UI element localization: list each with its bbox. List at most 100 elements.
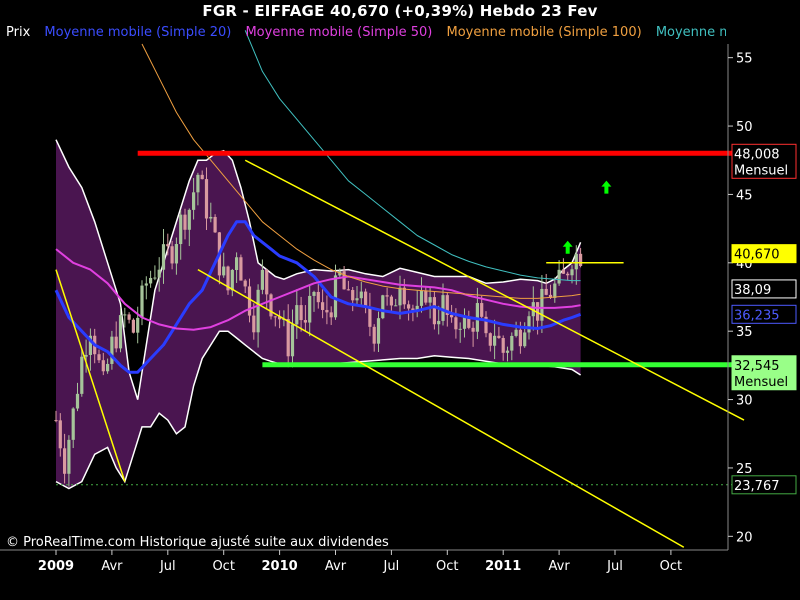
candle-body xyxy=(157,269,161,278)
candle-body xyxy=(269,294,273,317)
candle-body xyxy=(101,360,105,372)
candle-body xyxy=(110,336,114,364)
candle-body xyxy=(376,318,381,344)
candle-body xyxy=(290,324,295,357)
candle-body xyxy=(196,174,200,193)
copyright-text: © ProRealTime.com Historique ajusté suit… xyxy=(6,535,389,550)
price-label-value: 23,767 xyxy=(734,479,780,494)
candle-body xyxy=(153,277,157,279)
x-tick-label: Oct xyxy=(436,559,458,574)
y-tick-label: 35 xyxy=(736,325,753,340)
candle-body xyxy=(351,290,355,301)
x-tick-label: Avr xyxy=(101,559,123,574)
x-tick-label: Avr xyxy=(549,559,571,574)
candle-body xyxy=(106,363,110,372)
candle-body xyxy=(518,329,522,347)
x-tick-label: Oct xyxy=(660,559,682,574)
legend-item-price: Prix xyxy=(6,25,31,40)
price-label-value: 40,670 xyxy=(734,248,780,263)
candle-body xyxy=(579,253,583,267)
y-tick-label: 20 xyxy=(736,530,753,545)
candle-body xyxy=(183,214,187,230)
candle-body xyxy=(80,356,84,394)
candle-body xyxy=(428,297,432,303)
y-tick-label: 55 xyxy=(736,52,753,67)
candle-body xyxy=(398,287,402,306)
candle-body xyxy=(67,439,71,474)
x-tick-label: Jul xyxy=(606,559,623,574)
candle-body xyxy=(123,314,127,316)
candle-body xyxy=(209,216,213,219)
candle-body xyxy=(450,314,454,318)
x-tick-label: Jul xyxy=(159,559,176,574)
candle-body xyxy=(131,319,135,333)
candle-body xyxy=(514,329,518,336)
candle-body xyxy=(566,273,570,276)
chart-canvas: 20253035404550552009 Avr Jul Oct 2010 Avr Jul O… xyxy=(0,0,800,600)
candle-body xyxy=(256,289,260,333)
candle-body xyxy=(368,307,372,327)
candle-body xyxy=(235,257,239,271)
candle-body xyxy=(239,257,243,281)
candle-body xyxy=(333,275,338,318)
candle-body xyxy=(325,309,329,313)
candle-body xyxy=(570,269,574,276)
candle-body xyxy=(462,317,467,329)
candle-body xyxy=(493,335,497,346)
legend-item-ma100: Moyenne mobile (Simple 100) xyxy=(446,25,642,40)
candle-body xyxy=(329,312,333,318)
candle-body xyxy=(505,350,510,353)
candle-body xyxy=(200,174,204,180)
candle-body xyxy=(381,295,385,319)
candle-body xyxy=(312,291,316,296)
price-label-period: Mensuel xyxy=(734,163,788,178)
candle-body xyxy=(510,335,514,351)
candle-body xyxy=(308,295,312,323)
candle-body xyxy=(192,192,196,210)
x-tick-label: 2011 xyxy=(485,559,521,574)
x-tick-label: Jul xyxy=(383,559,400,574)
candle-body xyxy=(488,333,492,346)
candle-body xyxy=(385,295,389,297)
candle-body xyxy=(355,298,359,301)
candle-body xyxy=(179,214,183,245)
candle-body xyxy=(372,326,376,344)
candle-body xyxy=(114,336,118,349)
candle-body xyxy=(144,283,148,286)
candle-body xyxy=(454,317,458,330)
x-tick-label: 2009 xyxy=(38,559,74,574)
candle-body xyxy=(161,244,166,270)
candle-body xyxy=(75,393,80,409)
chart-title: FGR - EIFFAGE 40,670 (+0,39%) Hebdo 23 F… xyxy=(202,2,598,20)
candle-body xyxy=(501,338,505,353)
price-label-value: 48,008 xyxy=(734,147,780,162)
candle-body xyxy=(243,280,247,287)
candle-body xyxy=(84,354,88,357)
candle-body xyxy=(346,289,350,291)
candle-body xyxy=(458,328,462,330)
y-tick-label: 50 xyxy=(736,120,753,135)
candle-body xyxy=(187,209,191,230)
candle-body xyxy=(127,314,131,320)
candle-body xyxy=(424,290,428,303)
candle-body xyxy=(437,320,441,325)
candle-body xyxy=(394,305,398,307)
candle-body xyxy=(170,246,174,264)
candle-body xyxy=(544,288,548,295)
candle-body xyxy=(295,305,299,325)
candle-body xyxy=(303,320,307,323)
x-tick-label: 2010 xyxy=(262,559,298,574)
candle-body xyxy=(230,270,234,291)
candle-body xyxy=(497,335,501,339)
candle-body xyxy=(273,316,277,318)
x-tick-label: Avr xyxy=(325,559,347,574)
price-label-value: 36,235 xyxy=(734,308,780,323)
candle-body xyxy=(557,269,561,284)
candle-body xyxy=(166,244,170,247)
candle-body xyxy=(265,269,269,295)
candle-body xyxy=(527,316,531,333)
candle-body xyxy=(252,315,256,333)
candle-body xyxy=(432,297,436,325)
y-tick-label: 45 xyxy=(736,188,753,203)
legend-item-ma200: Moyenne mobile (Simple 200) xyxy=(655,25,726,40)
